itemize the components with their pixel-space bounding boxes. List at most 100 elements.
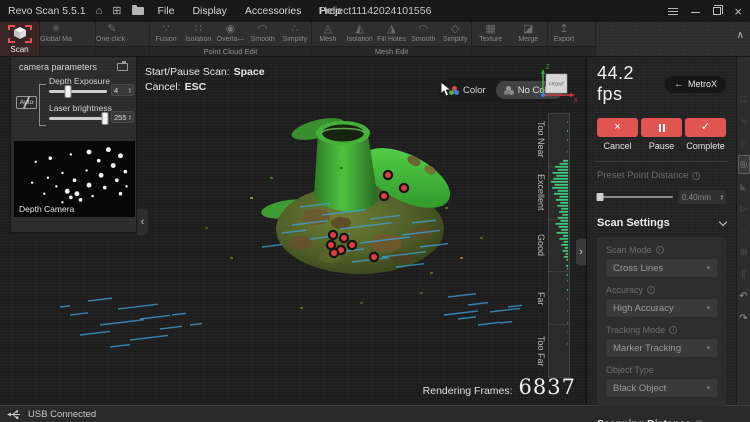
device-switch-button[interactable]: ← MetroX: [665, 76, 726, 93]
scan-cube-icon: [8, 24, 32, 44]
restore-button[interactable]: [713, 7, 721, 15]
laser-brightness-slider[interactable]: [49, 117, 107, 120]
menu-accessories[interactable]: Accessories: [245, 5, 302, 17]
caret-down-icon: ▾: [706, 344, 710, 352]
rendering-frames-value: 6837: [519, 375, 576, 399]
merge-button[interactable]: ◪Merge: [512, 23, 544, 43]
isolation-button[interactable]: ∷Isolation: [182, 23, 214, 43]
circle-select-icon[interactable]: ○: [738, 133, 750, 152]
mesh-isolation-button[interactable]: ◭Isolation: [344, 23, 376, 43]
info-icon[interactable]: [656, 246, 664, 254]
grid-tool-icon[interactable]: ⊞: [738, 243, 750, 262]
laser-brightness-value[interactable]: 255▴▾: [111, 111, 134, 123]
preset-point-distance-value[interactable]: 0.40mm▴▾: [679, 190, 726, 204]
scan-mode-select[interactable]: Cross Lines▾: [606, 259, 717, 277]
scan-viewport[interactable]: Start/Pause Scan:Space Cancel:ESC Color …: [0, 57, 586, 405]
chevron-down-icon[interactable]: [719, 217, 727, 225]
export-button[interactable]: ↥ Export: [548, 23, 580, 43]
global-marker-button[interactable]: ✳ Global Mar—: [40, 23, 72, 43]
object-type-label: Object Type: [606, 365, 654, 375]
minimize-button[interactable]: [691, 12, 700, 13]
mesh-button[interactable]: ◬Mesh: [312, 23, 344, 43]
depth-histogram-gauge: [548, 113, 570, 378]
plane-cut-icon[interactable]: ◣: [738, 177, 750, 196]
box-select-icon[interactable]: ▫: [738, 221, 750, 240]
lasso-select-icon[interactable]: ◌: [738, 67, 750, 86]
rect-select-icon[interactable]: □: [738, 89, 750, 108]
isolation-icon: ∷: [195, 23, 202, 36]
close-button[interactable]: ×: [734, 5, 742, 18]
gizmo-face-label: FRONT: [549, 82, 565, 87]
mesh-isolation-icon: ◭: [355, 23, 363, 36]
auto-exposure-toggle[interactable]: Auto: [16, 96, 37, 109]
toolbar-group-point-cloud-edit: ∵Fusion ∷Isolation ◉Overla— ◠Smooth ∴Sim…: [150, 22, 312, 56]
scan-mode-button[interactable]: Scan: [0, 22, 40, 56]
app-title: Revo Scan 5.5.1: [8, 5, 86, 17]
orientation-gizmo[interactable]: FRONT Z X: [534, 61, 580, 103]
info-icon[interactable]: [647, 286, 655, 294]
gizmo-z-label: Z: [546, 65, 550, 71]
curve-select-icon[interactable]: ≈: [738, 111, 750, 130]
titlebar: Revo Scan 5.5.1 ⌂ ⊞ File Display Accesso…: [0, 0, 750, 22]
one-click-button[interactable]: ✎ One-click —: [96, 23, 128, 43]
info-icon[interactable]: [669, 326, 677, 334]
cancel-scan-button[interactable]: ×: [597, 118, 638, 137]
mesh-simplify-icon: ◇: [451, 23, 459, 36]
scanning-distance-label: Scanning Distance: [597, 418, 691, 422]
fusion-button[interactable]: ∵Fusion: [150, 23, 182, 43]
mesh-simplify-button[interactable]: ◇Simplify: [439, 23, 471, 43]
mesh-smooth-button[interactable]: ◠Smooth: [407, 23, 439, 43]
gauge-label-good: Good: [536, 219, 546, 272]
gauge-label-excellent: Excellent: [536, 166, 546, 219]
texture-button[interactable]: ▦Texture: [475, 23, 507, 43]
caret-down-icon: ▾: [706, 384, 710, 392]
measure-tool-icon[interactable]: ∥: [738, 265, 750, 284]
right-panel-collapse-handle[interactable]: ›: [576, 239, 586, 265]
pause-scan-button[interactable]: [641, 118, 682, 137]
object-type-select[interactable]: Black Object▾: [606, 379, 717, 397]
menu-file[interactable]: File: [158, 5, 175, 17]
accuracy-select[interactable]: High Accuracy▾: [606, 299, 717, 317]
scan-settings-title: Scan Settings: [597, 217, 670, 229]
preset-point-distance-slider[interactable]: [597, 196, 673, 198]
smooth-icon: ◠: [258, 23, 268, 36]
auto-bracket: [39, 84, 46, 126]
gauge-label-too-far: Too Far: [536, 325, 546, 378]
feedback-menu-icon[interactable]: [668, 8, 678, 15]
color-icon: [449, 86, 459, 95]
camera-parameters-panel: camera parameters Auto Depth Exposure 4▴…: [10, 57, 137, 233]
undo-icon[interactable]: ↶: [738, 287, 750, 306]
fill-holes-button[interactable]: ◮Fill Holes: [376, 23, 408, 43]
complete-scan-button[interactable]: ✓: [685, 118, 726, 137]
no-color-icon: [504, 86, 514, 95]
depth-exposure-label: Depth Exposure: [49, 76, 110, 86]
depth-exposure-value[interactable]: 4▴▾: [111, 84, 134, 96]
color-option[interactable]: Color: [441, 81, 494, 99]
redo-icon[interactable]: ↷: [738, 309, 750, 328]
tracking-mode-select[interactable]: Marker Tracking▾: [606, 339, 717, 357]
marker-tool-icon[interactable]: ◎: [738, 155, 750, 174]
fusion-icon: ∵: [163, 23, 170, 36]
toolbar-collapse-icon[interactable]: ∧: [737, 30, 744, 41]
project-title: Project11142024101556: [319, 5, 432, 17]
camera-panel-collapse-handle[interactable]: ‹: [137, 209, 148, 235]
revo-scan-window: Revo Scan 5.5.1 ⌂ ⊞ File Display Accesso…: [0, 0, 750, 422]
overlap-icon: ◉: [226, 23, 236, 36]
simplify-button[interactable]: ∴Simplify: [279, 23, 311, 43]
home-icon[interactable]: ⌂: [96, 6, 103, 17]
open-project-icon[interactable]: [132, 7, 144, 15]
camera-icon[interactable]: [117, 63, 128, 71]
depth-exposure-slider[interactable]: [49, 90, 107, 93]
menu-display[interactable]: Display: [192, 5, 226, 17]
simplify-icon: ∴: [291, 23, 298, 36]
depth-camera-label: Depth Camera: [19, 204, 74, 214]
flag-tool-icon[interactable]: ▷: [738, 199, 750, 218]
overlap-button[interactable]: ◉Overla—: [214, 23, 246, 43]
smooth-button[interactable]: ◠Smooth: [247, 23, 279, 43]
info-icon[interactable]: [692, 172, 700, 180]
fps-readout: 44.2 fps: [597, 63, 665, 105]
preset-point-distance-label: Preset Point Distance: [597, 170, 688, 181]
global-marker-icon: ✳: [51, 23, 60, 36]
mesh-smooth-icon: ◠: [418, 23, 428, 36]
new-project-icon[interactable]: ⊞: [112, 6, 121, 17]
